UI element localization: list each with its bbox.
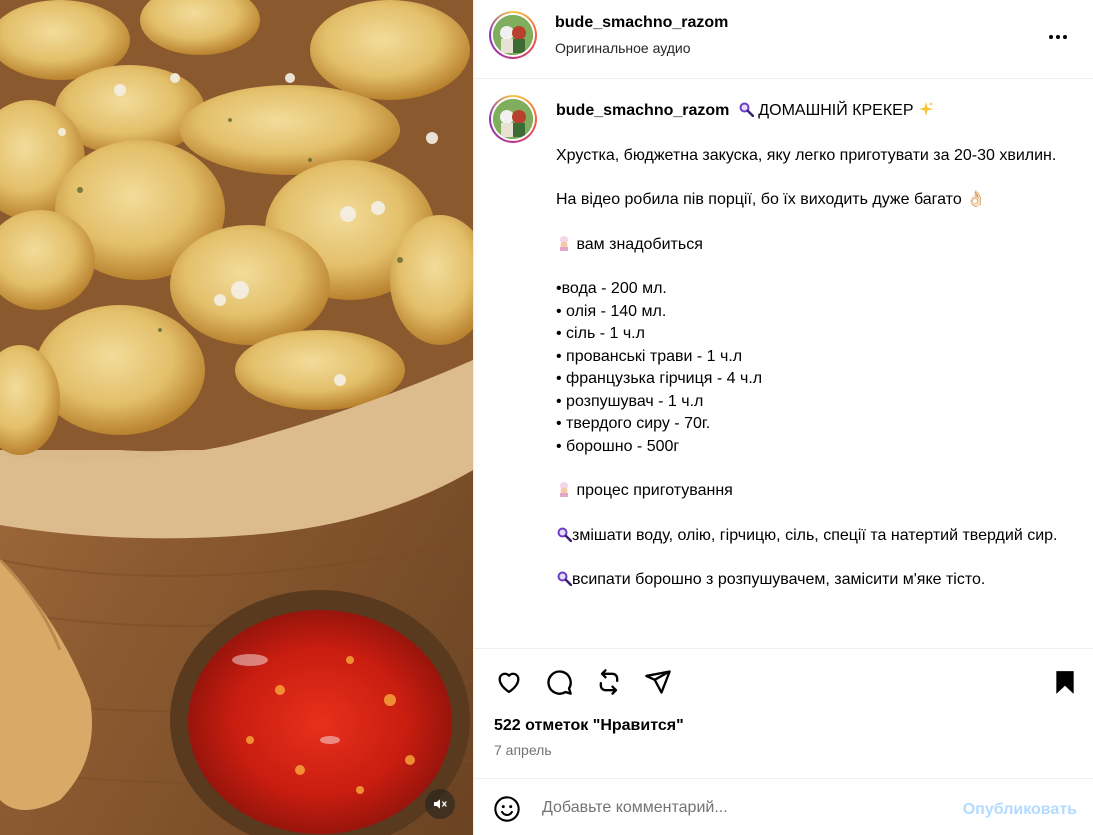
post-header: bude_smachno_razom Оригинальное аудио [474, 0, 1093, 79]
emoji-picker-button[interactable] [493, 795, 523, 825]
caption-note: На відео робила пів порції, бо їх виходи… [556, 191, 987, 208]
post-actions-bar [474, 648, 1093, 712]
step-2: всипати борошно з розпушувачем, замісити… [556, 569, 1061, 592]
save-button[interactable] [1050, 667, 1080, 697]
comment-button[interactable] [544, 667, 574, 697]
step-1: змішати воду, олію, гірчицю, сіль, спеці… [556, 525, 1061, 548]
post-details-panel: bude_smachno_razom Оригинальное аудио bu… [473, 0, 1093, 835]
likes-count[interactable]: 522 отметок "Нравится" [494, 717, 684, 735]
caption-title: ДОМАШНІЙ КРЕКЕР [758, 102, 914, 119]
caption-title-line: bude_smachno_razom ДОМАШНІЙ КРЕКЕР [556, 100, 1061, 123]
magnifier-emoji-icon [739, 102, 754, 117]
more-horizontal-icon [1049, 35, 1067, 39]
ingredient-item: • розпушувач - 1 ч.л [556, 392, 704, 410]
repost-button[interactable] [594, 667, 624, 697]
original-audio-link[interactable]: Оригинальное аудио [555, 40, 691, 56]
comment-input[interactable] [542, 793, 942, 823]
ingredients-list: •вода - 200 мл. • олія - 140 мл. • сіль … [556, 278, 1061, 458]
post-date[interactable]: 7 апрель [494, 742, 552, 758]
header-username[interactable]: bude_smachno_razom [555, 14, 728, 32]
avatar[interactable] [489, 11, 537, 59]
step-2-text: всипати борошно з розпушувачем, замісити… [572, 571, 986, 588]
comment-bar: Опубликовать [474, 778, 1093, 835]
sparkles-emoji-icon [918, 102, 933, 116]
crackers-photo [0, 0, 473, 835]
step-1-text: змішати воду, олію, гірчицю, сіль, спеці… [572, 526, 1058, 544]
ingredient-item: • французька гірчиця - 4 ч.л [556, 370, 763, 387]
caption-area: bude_smachno_razom ДОМАШНІЙ КРЕКЕР Хруст… [474, 80, 1093, 648]
ingredients-heading-line: вам знадобиться [556, 234, 1061, 257]
caption-avatar[interactable] [489, 95, 537, 143]
caption-text: bude_smachno_razom ДОМАШНІЙ КРЕКЕР Хруст… [556, 100, 1061, 614]
more-options-button[interactable] [1043, 22, 1073, 52]
like-button[interactable] [494, 667, 524, 697]
caption-intro: Хрустка, бюджетна закуска, яку легко при… [556, 146, 1057, 164]
magnifier-emoji-icon [557, 571, 572, 586]
mute-button[interactable] [425, 789, 455, 819]
ingredient-item: • сіль - 1 ч.л [556, 325, 645, 342]
ingredient-item: • олія - 140 мл. [556, 302, 667, 320]
send-icon [645, 670, 671, 694]
magnifier-emoji-icon [557, 527, 572, 542]
chef-emoji-icon [560, 482, 568, 497]
publish-comment-button[interactable]: Опубликовать [963, 801, 1077, 819]
post-media-video[interactable] [0, 0, 473, 835]
speaker-muted-icon [434, 799, 447, 809]
process-heading-line: процес приготування [556, 480, 1061, 503]
ingredient-item: • прованські трави - 1 ч.л [556, 347, 743, 365]
comment-bubble-icon [547, 670, 572, 695]
bookmark-filled-icon [1056, 671, 1074, 694]
smiley-icon [494, 796, 520, 822]
ingredient-item: • борошно - 500г [556, 437, 680, 455]
chef-emoji-icon [560, 235, 568, 251]
heart-icon [498, 672, 520, 694]
ingredient-item: •вода - 200 мл. [556, 280, 667, 297]
ingredients-heading: вам знадобиться [576, 235, 703, 253]
avatar-image [493, 15, 533, 55]
caption-username[interactable]: bude_smachno_razom [556, 102, 729, 119]
ingredient-item: • твердого сиру - 70г. [556, 415, 711, 432]
avatar-image [493, 99, 533, 139]
repost-icon [599, 669, 619, 695]
share-button[interactable] [643, 667, 673, 697]
process-heading: процес приготування [576, 482, 733, 499]
